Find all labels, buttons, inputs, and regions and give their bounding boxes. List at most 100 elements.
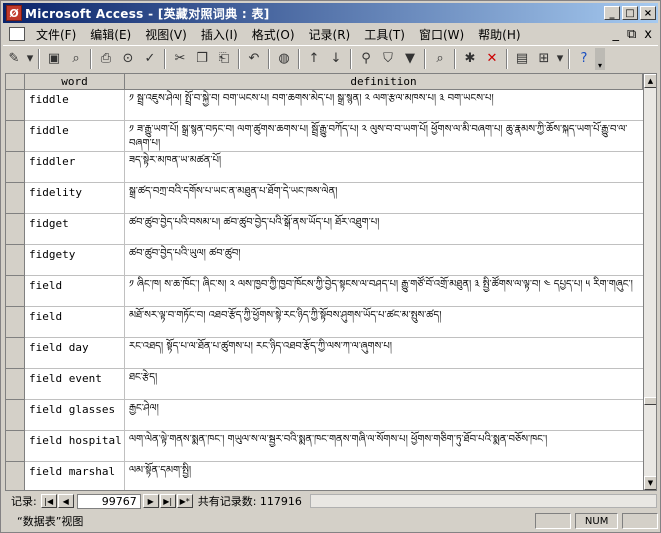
print-icon[interactable]: ⎙ xyxy=(95,48,117,70)
definition-cell[interactable]: རང་འཐད། སྟོད་པ་ལ་ཐོན་པ་ཚུགས་པ། རང་ཉིད་འཐ… xyxy=(125,338,643,369)
toolbar-separator xyxy=(298,48,300,69)
undo-icon[interactable]: ↶ xyxy=(243,48,265,70)
word-cell[interactable]: fiddle xyxy=(25,121,125,152)
design-view-icon[interactable]: ✎ xyxy=(3,48,25,70)
menu-tools[interactable]: 工具(T) xyxy=(357,26,412,43)
current-record-input[interactable] xyxy=(76,493,141,509)
word-cell[interactable]: fiddle xyxy=(25,90,125,121)
row-selector[interactable] xyxy=(6,462,25,490)
last-record-button[interactable]: ▶| xyxy=(159,494,176,508)
definition-cell[interactable]: ཚབ་ཚུབ་བྱེད་པའི་བསམ་པ། ཚབ་ཚུབ་བྱེད་པའི་ས… xyxy=(125,214,643,245)
definition-cell[interactable]: རྒྱང་ཤེལ། xyxy=(125,400,643,431)
row-selector[interactable] xyxy=(6,338,25,369)
word-cell[interactable]: fidget xyxy=(25,214,125,245)
word-cell[interactable]: field event xyxy=(25,369,125,400)
first-record-button[interactable]: |◀ xyxy=(40,494,57,508)
definition-cell[interactable]: ལག་ལེན་ལྟེ་གནས་སྨན་ཁང་། གཡུལ་ས་ལ་སྦྱར་བའ… xyxy=(125,431,643,462)
database-window-icon[interactable]: ▤ xyxy=(511,48,533,70)
copy-icon[interactable]: ❐ xyxy=(191,48,213,70)
row-selector[interactable] xyxy=(6,276,25,307)
row-selector[interactable] xyxy=(6,400,25,431)
menu-file[interactable]: 文件(F) xyxy=(29,26,83,43)
definition-cell[interactable]: ལམ་སྟོན་དམག་སྤྱི། xyxy=(125,462,643,490)
word-cell[interactable]: field day xyxy=(25,338,125,369)
view-dropdown-icon[interactable]: ▾ xyxy=(25,48,35,70)
definition-cell[interactable]: ཟད་སྟེར་མཁན་ཡ་མཚན་པོ། xyxy=(125,152,643,183)
menu-window[interactable]: 窗口(W) xyxy=(412,26,471,43)
select-all-corner[interactable] xyxy=(6,74,25,90)
table-row: field day རང་འཐད། སྟོད་པ་ལ་ཐོན་པ་ཚུགས་པ། … xyxy=(6,338,643,369)
doc-minimize-button[interactable]: _ xyxy=(613,27,620,42)
title-bar[interactable]: Ø Microsoft Access - [英藏对照词典 : 表] _ □ × xyxy=(3,3,658,23)
definition-cell[interactable]: ༡ ཟ་རྒྱུ་ཡག་པོ། སྒྲ་སྙན་བཏང་བ། ལག་ཚུགས་ཆ… xyxy=(125,121,643,152)
doc-close-button[interactable]: x xyxy=(644,27,652,42)
find-icon[interactable]: ⌕ xyxy=(429,48,451,70)
access-app-icon[interactable]: Ø xyxy=(6,5,22,21)
word-cell[interactable]: field hospital xyxy=(25,431,125,462)
definition-cell[interactable]: ༡ སྦྲ་འཇུས་ཤེལ། སྤྲོ་བ་སྐྱེ་བ། བག་ཡངས་པ།… xyxy=(125,90,643,121)
definition-cell[interactable]: ཐང་རྩེད། xyxy=(125,369,643,400)
definition-cell[interactable]: ཚབ་ཚུབ་བྱེད་པའི་ཡུལ། ཚབ་ཚུབ། xyxy=(125,245,643,276)
horizontal-scrollbar[interactable] xyxy=(309,494,657,508)
doc-restore-button[interactable]: ⧉ xyxy=(627,27,636,42)
column-header-word[interactable]: word xyxy=(25,74,125,90)
help-icon[interactable]: ? xyxy=(573,48,595,70)
print-preview-icon[interactable]: ⊙ xyxy=(117,48,139,70)
definition-cell[interactable]: ༡ ཞིང་ཁ། ས་ཆ་ཁོང་། ཞིང་ས། ༢ ལས་ཁྱབ་ཀྱི་ཁ… xyxy=(125,276,643,307)
column-header-definition[interactable]: definition xyxy=(125,74,643,90)
save-icon[interactable]: ▣ xyxy=(43,48,65,70)
menu-help[interactable]: 帮助(H) xyxy=(471,26,527,43)
new-object-dropdown-icon[interactable]: ▾ xyxy=(555,48,565,70)
close-button[interactable]: × xyxy=(640,6,656,20)
word-cell[interactable]: fiddler xyxy=(25,152,125,183)
row-selector[interactable] xyxy=(6,90,25,121)
row-selector[interactable] xyxy=(6,121,25,152)
num-lock-indicator: NUM xyxy=(574,513,619,529)
row-selector[interactable] xyxy=(6,152,25,183)
new-object-icon[interactable]: ⊞ xyxy=(533,48,555,70)
word-cell[interactable]: field marshal xyxy=(25,462,125,490)
word-cell[interactable]: field xyxy=(25,276,125,307)
apply-filter-icon[interactable]: ▼ xyxy=(399,48,421,70)
scrollbar-thumb[interactable] xyxy=(644,397,656,405)
spelling-icon[interactable]: ✓ xyxy=(139,48,161,70)
definition-cell[interactable]: སྒྲ་ཚད་བཀྲ་བའི་དགོས་པ་ཡང་ན་མཐུན་པ་ཐོག་དེ… xyxy=(125,183,643,214)
filter-by-selection-icon[interactable]: ⚲ xyxy=(355,48,377,70)
menu-insert[interactable]: 插入(I) xyxy=(194,26,245,43)
minimize-button[interactable]: _ xyxy=(604,6,620,20)
new-record-nav-button[interactable]: ▶* xyxy=(176,494,193,508)
cut-icon[interactable]: ✂ xyxy=(169,48,191,70)
prev-record-button[interactable]: ◀ xyxy=(57,494,74,508)
scroll-down-arrow-icon[interactable]: ▼ xyxy=(644,476,656,490)
word-cell[interactable]: field glasses xyxy=(25,400,125,431)
row-selector[interactable] xyxy=(6,369,25,400)
vertical-scrollbar[interactable]: ▲ ▼ xyxy=(643,74,656,490)
maximize-button[interactable]: □ xyxy=(622,6,638,20)
filter-by-form-icon[interactable]: ⛉ xyxy=(377,48,399,70)
row-selector[interactable] xyxy=(6,214,25,245)
menu-view[interactable]: 视图(V) xyxy=(138,26,194,43)
sort-ascending-icon[interactable]: ↑ xyxy=(303,48,325,70)
next-record-button[interactable]: ▶ xyxy=(142,494,159,508)
sort-descending-icon[interactable]: ↓ xyxy=(325,48,347,70)
row-selector[interactable] xyxy=(6,431,25,462)
word-cell[interactable]: fidelity xyxy=(25,183,125,214)
new-record-icon[interactable]: ✱ xyxy=(459,48,481,70)
menu-edit[interactable]: 编辑(E) xyxy=(83,26,138,43)
status-bar: “数据表”视图 NUM xyxy=(3,511,658,531)
menu-format[interactable]: 格式(O) xyxy=(245,26,302,43)
row-selector[interactable] xyxy=(6,183,25,214)
office-links-icon[interactable]: ◍ xyxy=(273,48,295,70)
word-cell[interactable]: fidgety xyxy=(25,245,125,276)
menu-records[interactable]: 记录(R) xyxy=(302,26,358,43)
word-cell[interactable]: field xyxy=(25,307,125,338)
datasheet-doc-icon[interactable] xyxy=(9,27,25,41)
scroll-up-arrow-icon[interactable]: ▲ xyxy=(644,74,656,88)
row-selector[interactable] xyxy=(6,307,25,338)
file-search-icon[interactable]: ⌕ xyxy=(65,48,87,70)
row-selector[interactable] xyxy=(6,245,25,276)
definition-cell[interactable]: མཐོ་སར་ལྟ་བ་གཏོང་བ། འཐབ་རྩོད་ཀྱི་ཕྱོགས་ས… xyxy=(125,307,643,338)
paste-icon[interactable]: ⎗ xyxy=(213,48,235,70)
toolbar-options-chevron-icon[interactable]: ▾ xyxy=(595,47,605,70)
delete-record-icon[interactable]: ✕ xyxy=(481,48,503,70)
